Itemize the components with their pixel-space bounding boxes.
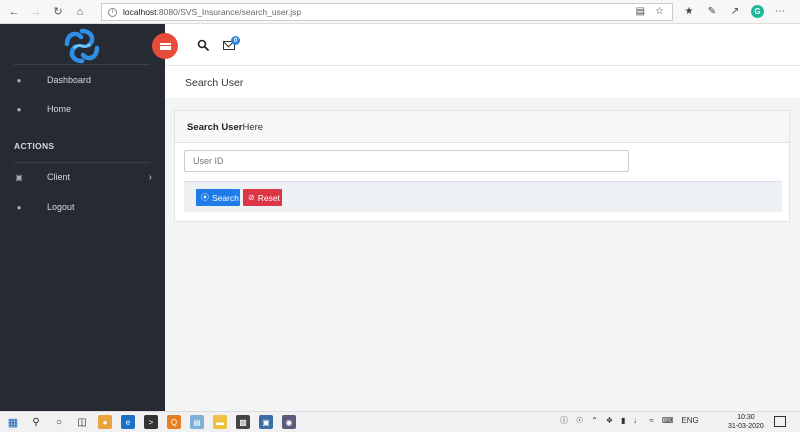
section-title-actions: ACTIONS — [14, 141, 55, 151]
reset-button[interactable]: ⊘ Reset — [243, 189, 282, 206]
mail-badge: 0 — [231, 36, 240, 45]
search-circle-icon: ⦿ — [201, 193, 209, 202]
dashboard-icon: ● — [16, 202, 22, 212]
laptop-icon: ▣ — [15, 172, 23, 182]
cmd-icon[interactable]: ▩ — [236, 415, 250, 429]
clock[interactable]: 10:30 31-03-2020 — [728, 413, 764, 431]
chevron-up-icon[interactable]: ⌃ — [591, 416, 598, 425]
menu-toggle-button[interactable] — [152, 33, 178, 59]
divider — [14, 162, 150, 163]
dropbox-icon[interactable]: ❖ — [606, 416, 613, 425]
search-card: Search UserHere ⦿ Search ⊘ Reset — [174, 110, 790, 222]
search-icon[interactable] — [197, 39, 209, 51]
sidebar: ● Dashboard ● Home ACTIONS ▣ Client › ● … — [0, 24, 165, 411]
app-window-icon[interactable]: ▣ — [259, 415, 273, 429]
sidebar-item-label: Dashboard — [47, 75, 92, 85]
people-icon[interactable]: ☉ — [576, 416, 583, 425]
keyboard-icon[interactable]: ⌨ — [662, 416, 674, 425]
search-button-label: Search — [212, 192, 239, 203]
ban-icon: ⊘ — [248, 193, 255, 202]
windows-taskbar: ▦ ⚲ ○ ◫ ● e > Q ▤ ▬ ▩ ▣ ◉ ⓘ ☉ ⌃ ❖ ▮ ♩ ≈ … — [0, 411, 800, 432]
wifi-icon[interactable]: ≈ — [649, 416, 653, 425]
search-button[interactable]: ⦿ Search — [196, 189, 240, 206]
cortana-icon[interactable]: ○ — [52, 415, 66, 429]
sidebar-item-home[interactable]: ● Home — [14, 101, 154, 117]
home-button[interactable]: ⌂ — [72, 4, 88, 20]
share-icon[interactable]: ↗ — [728, 4, 742, 18]
sidebar-item-logout[interactable]: ● Logout — [14, 199, 154, 215]
sidebar-item-label: Home — [47, 104, 72, 114]
clock-time: 10:30 — [737, 414, 755, 421]
divider — [14, 64, 150, 65]
card-footer: ⦿ Search ⊘ Reset — [184, 181, 782, 212]
clock-date: 31-03-2020 — [728, 423, 764, 430]
address-bar[interactable]: i localhost:8080/SVS_Insurance/search_us… — [101, 3, 673, 21]
chrome-icon[interactable]: ● — [98, 415, 112, 429]
back-button[interactable]: ← — [6, 4, 22, 20]
pen-icon[interactable]: ✎ — [705, 4, 719, 18]
app-header: 0 — [152, 24, 800, 66]
sidebar-item-label: Client — [47, 172, 71, 182]
battery-icon[interactable]: ▮ — [621, 416, 625, 425]
app-q-icon[interactable]: Q — [167, 415, 181, 429]
url-host: localhost — [123, 7, 157, 17]
sidebar-item-label: Logout — [47, 202, 75, 212]
language-indicator[interactable]: ENG — [681, 416, 698, 425]
dashboard-icon: ● — [16, 104, 22, 114]
reading-view-icon[interactable]: ▤ — [636, 6, 645, 17]
search-icon[interactable]: ⚲ — [29, 415, 43, 429]
card-title-bold: Search User — [187, 122, 243, 133]
url-path: :8080/SVS_Insurance/search_user.jsp — [156, 7, 302, 17]
chevron-right-icon: › — [148, 171, 152, 183]
user-id-input[interactable] — [184, 150, 629, 172]
info-icon[interactable]: i — [108, 7, 117, 17]
task-view-icon[interactable]: ◫ — [75, 415, 89, 429]
favorites-hub-icon[interactable]: ★ — [682, 4, 696, 18]
main-content: Search User Search UserHere ⦿ Search ⊘ R… — [165, 66, 800, 411]
sidebar-item-client[interactable]: ▣ Client › — [14, 169, 154, 185]
help-icon[interactable]: ⓘ — [560, 415, 568, 426]
favorite-star-icon[interactable]: ☆ — [655, 6, 664, 17]
notification-icon[interactable] — [774, 416, 786, 427]
card-header: Search UserHere — [175, 111, 789, 143]
terminal-icon[interactable]: > — [144, 415, 158, 429]
windows-start-icon[interactable]: ▦ — [6, 415, 20, 429]
volume-icon[interactable]: ♩ — [633, 416, 641, 425]
app-eclipse-icon[interactable]: ◉ — [282, 415, 296, 429]
file-explorer-icon[interactable]: ▬ — [213, 415, 227, 429]
grammarly-icon[interactable]: G — [751, 4, 764, 18]
browser-toolbar: ← → ↻ ⌂ i localhost:8080/SVS_Insurance/s… — [0, 0, 800, 24]
menu-icon — [159, 42, 171, 50]
system-tray: ⓘ ☉ ⌃ ❖ ▮ ♩ ≈ ⌨ ENG — [560, 415, 699, 426]
page-header: Search User — [165, 66, 800, 98]
forward-button[interactable]: → — [28, 4, 44, 20]
reset-button-label: Reset — [257, 192, 280, 203]
sidebar-item-dashboard[interactable]: ● Dashboard — [14, 72, 154, 88]
page-title: Search User — [185, 77, 244, 89]
app-doc-icon[interactable]: ▤ — [190, 415, 204, 429]
edge-icon[interactable]: e — [121, 415, 135, 429]
brand-logo[interactable] — [62, 28, 102, 64]
more-icon[interactable]: ⋯ — [773, 4, 787, 18]
card-title-rest: Here — [242, 122, 264, 133]
dashboard-icon: ● — [16, 75, 22, 85]
refresh-button[interactable]: ↻ — [50, 4, 66, 20]
